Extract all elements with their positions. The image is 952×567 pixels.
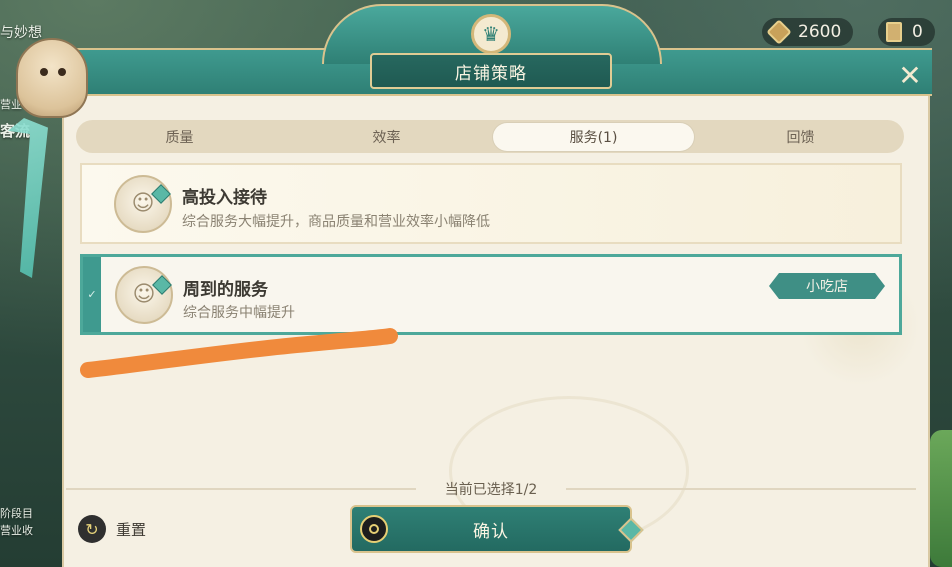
strategy-portrait-icon: ☺ (115, 265, 173, 324)
tab-service[interactable]: 服务(1) (493, 122, 694, 151)
reset-label: 重置 (116, 520, 147, 539)
tab-feedback[interactable]: 回馈 (700, 123, 901, 151)
strategy-portrait-icon: ☺ (114, 174, 172, 233)
tab-label: 回馈 (786, 129, 815, 146)
footer-divider-left (66, 488, 416, 490)
currency-value: 2600 (798, 22, 842, 42)
background-text: 营业收 (0, 524, 33, 537)
dialog-title-plate: 店铺策略 (370, 53, 612, 89)
gem-badge-icon (152, 274, 172, 295)
tab-label: 质量 (165, 129, 194, 146)
selection-count: 当前已选择1/2 (444, 482, 538, 498)
currency-ticket: 0 (878, 18, 935, 46)
shop-type-tag: 小吃店 (769, 273, 885, 299)
reset-button[interactable]: ↻ 重置 (78, 515, 146, 543)
ticket-card-icon (886, 22, 902, 42)
reset-icon: ↻ (78, 515, 106, 543)
option-title: 高投入接待 (182, 188, 267, 208)
close-x-icon: ✕ (898, 58, 922, 92)
strategy-option-high-investment[interactable]: ☺ 高投入接待 综合服务大幅提升，商品质量和营业效率小幅降低 (80, 163, 902, 244)
option-description: 综合服务大幅提升，商品质量和营业效率小幅降低 (182, 214, 490, 230)
background-text: 与妙想 (0, 25, 42, 41)
background-text: 阶段目 (0, 507, 33, 520)
plant-decoration (930, 430, 952, 567)
controller-button-icon (360, 515, 388, 543)
crest-emblem-icon: ♛ (471, 14, 511, 54)
option-title: 周到的服务 (183, 280, 268, 300)
option-description: 综合服务中幅提升 (183, 305, 295, 321)
footer-divider-right (566, 488, 916, 490)
mora-gem-icon (766, 19, 792, 45)
strategy-tabs: 质量 效率 服务(1) 回馈 (76, 120, 904, 153)
currency-value: 0 (912, 22, 923, 42)
tab-quality[interactable]: 质量 (79, 123, 280, 151)
gem-badge-icon (151, 183, 171, 204)
tab-label: 效率 (372, 129, 401, 146)
close-button[interactable]: ✕ (893, 58, 927, 92)
dialog-title: 店铺策略 (455, 63, 527, 84)
tab-label: 服务(1) (569, 129, 618, 146)
paimon-mascot-icon (16, 38, 88, 118)
orange-scribble-annotation (80, 328, 398, 378)
confirm-label: 确认 (473, 521, 509, 542)
confirm-button[interactable]: 确认 (350, 505, 644, 553)
currency-mora: 2600 (762, 18, 854, 46)
tab-efficiency[interactable]: 效率 (286, 123, 487, 151)
selected-check-icon: ✓ (83, 257, 101, 332)
